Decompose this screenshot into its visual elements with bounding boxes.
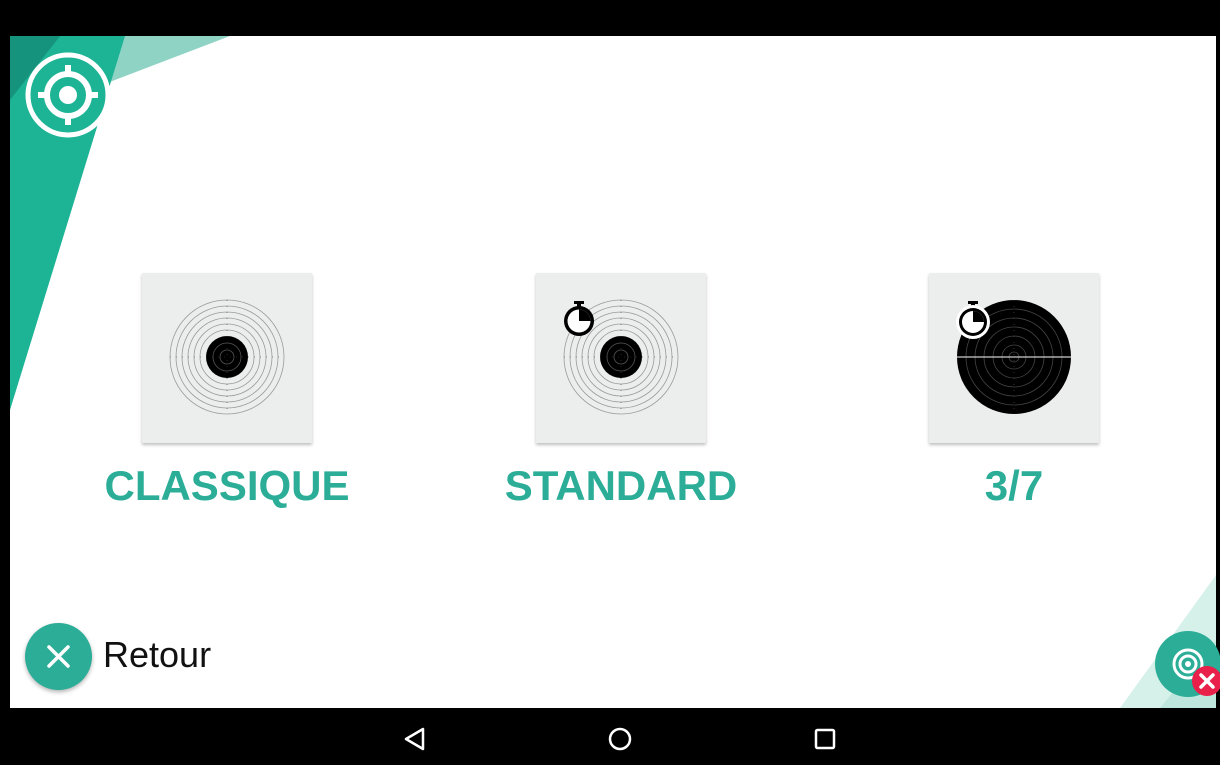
nav-recents-button[interactable]: [807, 720, 843, 756]
circle-home-icon: [608, 727, 632, 751]
pistol-target-icon: [169, 299, 285, 415]
stopwatch-icon: [956, 301, 990, 339]
mode-label-classique[interactable]: CLASSIQUE: [77, 462, 377, 510]
timed-rapid-fire-target-icon: [956, 300, 1071, 414]
timed-pistol-target-icon: [563, 299, 679, 415]
screen-frame-right: [1216, 36, 1220, 708]
nav-home-button[interactable]: [602, 720, 638, 756]
triangle-back-icon: [404, 727, 425, 751]
app-screen: CLASSIQUE STANDARD 3/7 Retour: [0, 0, 1220, 765]
nav-back-button[interactable]: [397, 720, 433, 756]
back-label[interactable]: Retour: [103, 634, 211, 676]
stopwatch-icon: [564, 301, 594, 336]
mode-label-3-7[interactable]: 3/7: [864, 462, 1164, 510]
mode-label-standard[interactable]: STANDARD: [471, 462, 771, 510]
crosshair-target-icon[interactable]: [25, 52, 111, 138]
close-icon: [47, 645, 70, 668]
mode-card-classique[interactable]: [142, 273, 312, 443]
target-connection-button[interactable]: [1155, 631, 1220, 697]
square-recents-icon: [814, 728, 836, 750]
target-disconnected-icon: [1155, 631, 1220, 697]
screen-frame-left: [0, 36, 10, 708]
mode-card-3-7[interactable]: [929, 273, 1099, 443]
status-bar: [0, 0, 1220, 36]
mode-card-standard[interactable]: [536, 273, 706, 443]
back-button[interactable]: [25, 623, 92, 690]
